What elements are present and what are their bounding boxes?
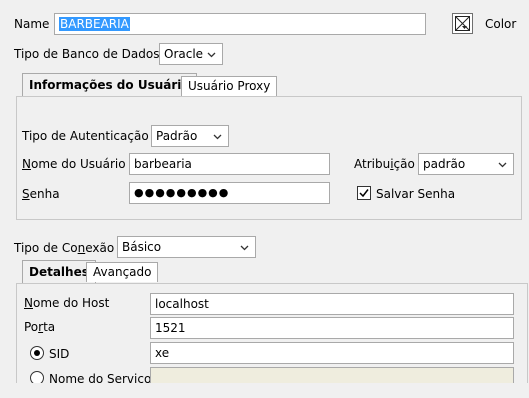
hostname-label: Nome do Host xyxy=(24,296,110,310)
checkmark-icon xyxy=(359,189,369,198)
save-password-checkbox[interactable] xyxy=(357,186,371,200)
hostname-input[interactable]: localhost xyxy=(150,293,514,315)
connection-type-value: Básico xyxy=(122,240,162,254)
db-type-value: Oracle xyxy=(164,47,204,61)
chevron-down-icon xyxy=(498,162,507,168)
save-password-label: Salvar Senha xyxy=(376,187,456,201)
sid-label: SID xyxy=(49,347,70,361)
chevron-down-icon xyxy=(240,245,249,251)
connection-type-select[interactable]: Básico xyxy=(117,236,256,258)
password-input[interactable]: ●●●●●●●●● xyxy=(129,182,330,204)
auth-type-value: Padrão xyxy=(156,129,198,143)
window-bottom-edge xyxy=(0,383,529,398)
sid-value: xe xyxy=(155,346,170,360)
db-type-select[interactable]: Oracle xyxy=(159,43,223,65)
port-value: 1521 xyxy=(155,321,186,335)
role-label: Atribuição xyxy=(354,157,415,171)
chevron-down-icon xyxy=(213,134,222,140)
role-value: padrão xyxy=(423,157,466,171)
db-type-label: Tipo de Banco de Dados xyxy=(14,47,160,61)
chevron-down-icon xyxy=(207,52,216,58)
name-input-value: BARBEARIA xyxy=(59,17,130,31)
username-label: Nome do Usuário xyxy=(22,157,126,171)
color-label: Color xyxy=(485,17,517,31)
password-value: ●●●●●●●●● xyxy=(134,186,230,199)
auth-type-label: Tipo de Autenticação xyxy=(22,129,149,143)
port-label: Porta xyxy=(24,320,56,334)
name-label: Name xyxy=(14,17,50,31)
tab-proxy-user-label: Usuário Proxy xyxy=(188,79,271,93)
auth-type-select[interactable]: Padrão xyxy=(151,125,229,147)
tab-advanced-label: Avançado xyxy=(93,265,152,279)
color-swatch-icon xyxy=(455,16,470,31)
password-label: Senha xyxy=(22,187,60,201)
connection-type-label: Tipo de Conexão xyxy=(14,241,115,255)
tab-details-label: Detalhes xyxy=(29,265,89,279)
username-input[interactable]: barbearia xyxy=(129,153,330,175)
sid-input[interactable]: xe xyxy=(150,342,514,364)
username-value: barbearia xyxy=(134,157,192,171)
tab-user-info-label: Informações do Usuário xyxy=(29,78,190,92)
tab-advanced[interactable]: Avançado xyxy=(86,262,159,282)
tab-user-info[interactable]: Informações do Usuário xyxy=(22,73,197,97)
sid-radio[interactable] xyxy=(30,346,44,360)
role-select[interactable]: padrão xyxy=(418,153,514,175)
color-picker-button[interactable] xyxy=(452,13,473,34)
radio-selected-dot xyxy=(34,350,40,356)
name-input[interactable]: BARBEARIA xyxy=(54,13,426,35)
hostname-value: localhost xyxy=(155,297,209,311)
tab-details[interactable]: Detalhes xyxy=(22,260,96,284)
tab-proxy-user[interactable]: Usuário Proxy xyxy=(181,76,278,96)
port-input[interactable]: 1521 xyxy=(150,317,514,339)
